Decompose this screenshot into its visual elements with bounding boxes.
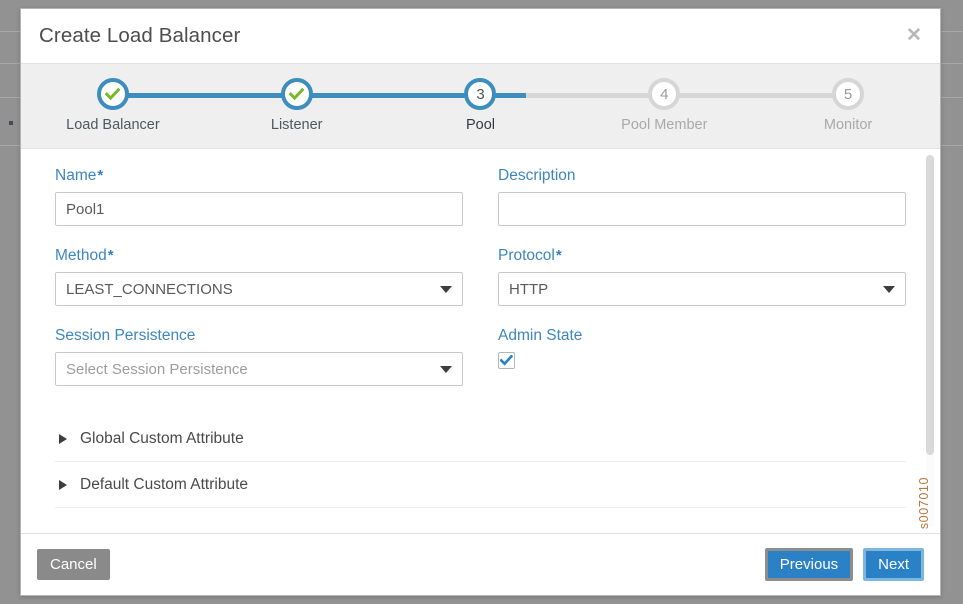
wizard-step-listener[interactable]: Listener: [204, 64, 389, 148]
dialog-footer: Cancel Previous Next: [21, 533, 940, 595]
field-protocol: Protocol* HTTP: [498, 247, 906, 306]
cancel-button[interactable]: Cancel: [37, 549, 110, 580]
check-icon: [289, 87, 305, 100]
description-label: Description: [498, 167, 576, 184]
required-asterisk: *: [107, 247, 114, 264]
body-scrollbar[interactable]: [926, 155, 934, 527]
admin-state-label: Admin State: [498, 327, 583, 344]
protocol-select[interactable]: HTTP: [498, 272, 906, 306]
field-method: Method* LEAST_CONNECTIONS: [55, 247, 463, 306]
protocol-label: Protocol*: [498, 247, 562, 264]
dialog-header: Create Load Balancer ✕: [21, 9, 940, 63]
field-session-persistence: Session Persistence Select Session Persi…: [55, 327, 463, 386]
wizard-step-monitor[interactable]: 5 Monitor: [756, 64, 940, 148]
field-name: Name*: [55, 167, 463, 226]
step-label: Listener: [270, 117, 323, 133]
wizard-stepper: Load Balancer Listener 3 Pool 4 Pool Member 5 M…: [21, 63, 940, 149]
wizard-step-pool[interactable]: 3 Pool: [388, 64, 573, 148]
accordion-global-custom-attribute[interactable]: Global Custom Attribute: [55, 416, 906, 462]
close-icon[interactable]: ✕: [901, 22, 927, 48]
session-persistence-select[interactable]: Select Session Persistence: [55, 352, 463, 386]
chevron-right-icon: [59, 433, 67, 444]
description-input[interactable]: [498, 192, 906, 226]
form-row-name-description: Name* Description: [55, 167, 906, 226]
step-circle[interactable]: 4: [648, 78, 681, 110]
step-circle[interactable]: 5: [832, 78, 865, 110]
method-label: Method*: [55, 247, 114, 264]
scrollbar-thumb[interactable]: [926, 155, 934, 455]
wizard-step-pool-member[interactable]: 4 Pool Member: [572, 64, 757, 148]
accordion-label: Global Custom Attribute: [80, 429, 244, 447]
field-description: Description: [498, 167, 906, 226]
create-load-balancer-dialog: Create Load Balancer ✕ Load Balancer List…: [20, 8, 941, 596]
step-circle[interactable]: 3: [464, 78, 497, 110]
method-select-wrapper: LEAST_CONNECTIONS: [55, 272, 463, 306]
step-circle[interactable]: [280, 78, 313, 110]
required-asterisk: *: [97, 167, 104, 184]
custom-attribute-accordions: Global Custom Attribute Default Custom At…: [55, 416, 906, 508]
field-admin-state: Admin State: [498, 327, 906, 386]
wizard-step-load-balancer[interactable]: Load Balancer: [21, 64, 205, 148]
watermark-label: s007010: [917, 476, 931, 529]
method-select[interactable]: LEAST_CONNECTIONS: [55, 272, 463, 306]
step-label: Load Balancer: [66, 117, 160, 133]
pool-form: Name* Description Method* LEAST_CONNECTI…: [21, 149, 940, 533]
previous-button[interactable]: Previous: [764, 548, 854, 581]
session-persistence-label: Session Persistence: [55, 327, 196, 344]
step-label: Pool: [465, 117, 495, 133]
chevron-right-icon: [59, 479, 67, 490]
name-label: Name*: [55, 167, 104, 184]
wizard-steps: Load Balancer Listener 3 Pool 4 Pool Member 5 M…: [21, 64, 940, 148]
accordion-label: Default Custom Attribute: [80, 475, 248, 493]
background-bullet: [9, 121, 13, 125]
page-title: Create Load Balancer: [39, 24, 241, 47]
accordion-default-custom-attribute[interactable]: Default Custom Attribute: [55, 462, 906, 508]
check-icon: [105, 87, 121, 100]
name-input[interactable]: [55, 192, 463, 226]
protocol-select-wrapper: HTTP: [498, 272, 906, 306]
next-button[interactable]: Next: [863, 548, 924, 581]
step-circle[interactable]: [96, 78, 129, 110]
form-row-method-protocol: Method* LEAST_CONNECTIONS Protocol* HTTP: [55, 247, 906, 306]
check-icon: [500, 355, 513, 366]
step-label: Pool Member: [621, 117, 708, 133]
dialog-body: Name* Description Method* LEAST_CONNECTI…: [21, 149, 940, 533]
form-row-persistence-adminstate: Session Persistence Select Session Persi…: [55, 327, 906, 386]
required-asterisk: *: [555, 247, 562, 264]
session-persistence-select-wrapper: Select Session Persistence: [55, 352, 463, 386]
step-label: Monitor: [823, 117, 873, 133]
admin-state-checkbox[interactable]: [498, 352, 515, 369]
